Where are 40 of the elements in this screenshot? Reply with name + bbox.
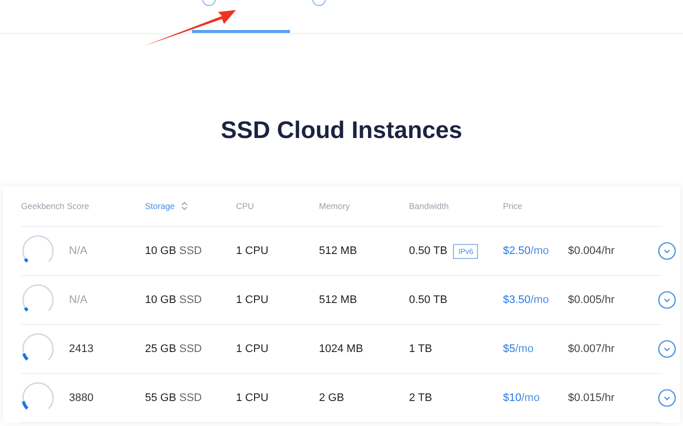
bandwidth-cell: 2 TB (409, 392, 432, 404)
hourly-price-cell-text: $0.005/hr (568, 294, 616, 306)
memory-cell-text: 1024 MB (319, 343, 364, 355)
column-header[interactable]: Memory (319, 201, 409, 211)
price-cell-text: $10/mo (503, 392, 541, 404)
cpu-cell-text: 1 CPU (236, 392, 270, 404)
score-cell-text: N/A (69, 245, 88, 257)
expand-icon[interactable] (658, 340, 676, 358)
price-cell-text: $2.50/mo (503, 245, 550, 257)
bandwidth-cell: 0.50 TB (409, 294, 448, 306)
hourly-price-cell-text: $0.015/hr (568, 392, 616, 404)
storage-cell-text: 10 GB SSD (145, 245, 203, 257)
bandwidth-cell: 0.50 TB (409, 245, 448, 257)
column-header[interactable]: CPU (236, 201, 319, 211)
column-header[interactable]: Bandwidth (409, 201, 503, 211)
storage-cell-text: 25 GB SSD (145, 343, 203, 355)
price-cell-text: $5/mo (503, 343, 535, 355)
column-header[interactable]: Geekbench Score (21, 201, 145, 211)
score-cell-text: N/A (69, 294, 88, 306)
hourly-price-cell-text: $0.007/hr (568, 343, 616, 355)
score-cell-text: 2413 (69, 343, 94, 355)
column-header[interactable]: Price (503, 201, 568, 211)
page-title: SSD Cloud Instances (220, 116, 464, 146)
hourly-price-cell-text: $0.004/hr (568, 245, 616, 257)
memory-cell-text: 512 MB (319, 245, 358, 257)
cpu-cell-text: 1 CPU (236, 294, 270, 306)
storage-cell-text: 10 GB SSD (145, 294, 203, 306)
cpu-cell-text: 1 CPU (236, 245, 270, 257)
price-cell-text: $3.50/mo (503, 294, 550, 306)
memory-cell-text: 2 GB (319, 392, 346, 404)
memory-cell-text: 512 MB (319, 294, 358, 306)
sort-icon (180, 201, 188, 211)
cpu-cell-text: 1 CPU (236, 343, 270, 355)
storage-cell-text: 55 GB SSD (145, 392, 203, 404)
expand-icon[interactable] (658, 291, 676, 309)
column-header[interactable]: Storage (145, 201, 236, 211)
score-cell-text: 3880 (69, 392, 94, 404)
expand-icon[interactable] (658, 389, 676, 407)
expand-icon[interactable] (658, 242, 676, 260)
bandwidth-cell: 1 TB (409, 343, 432, 355)
